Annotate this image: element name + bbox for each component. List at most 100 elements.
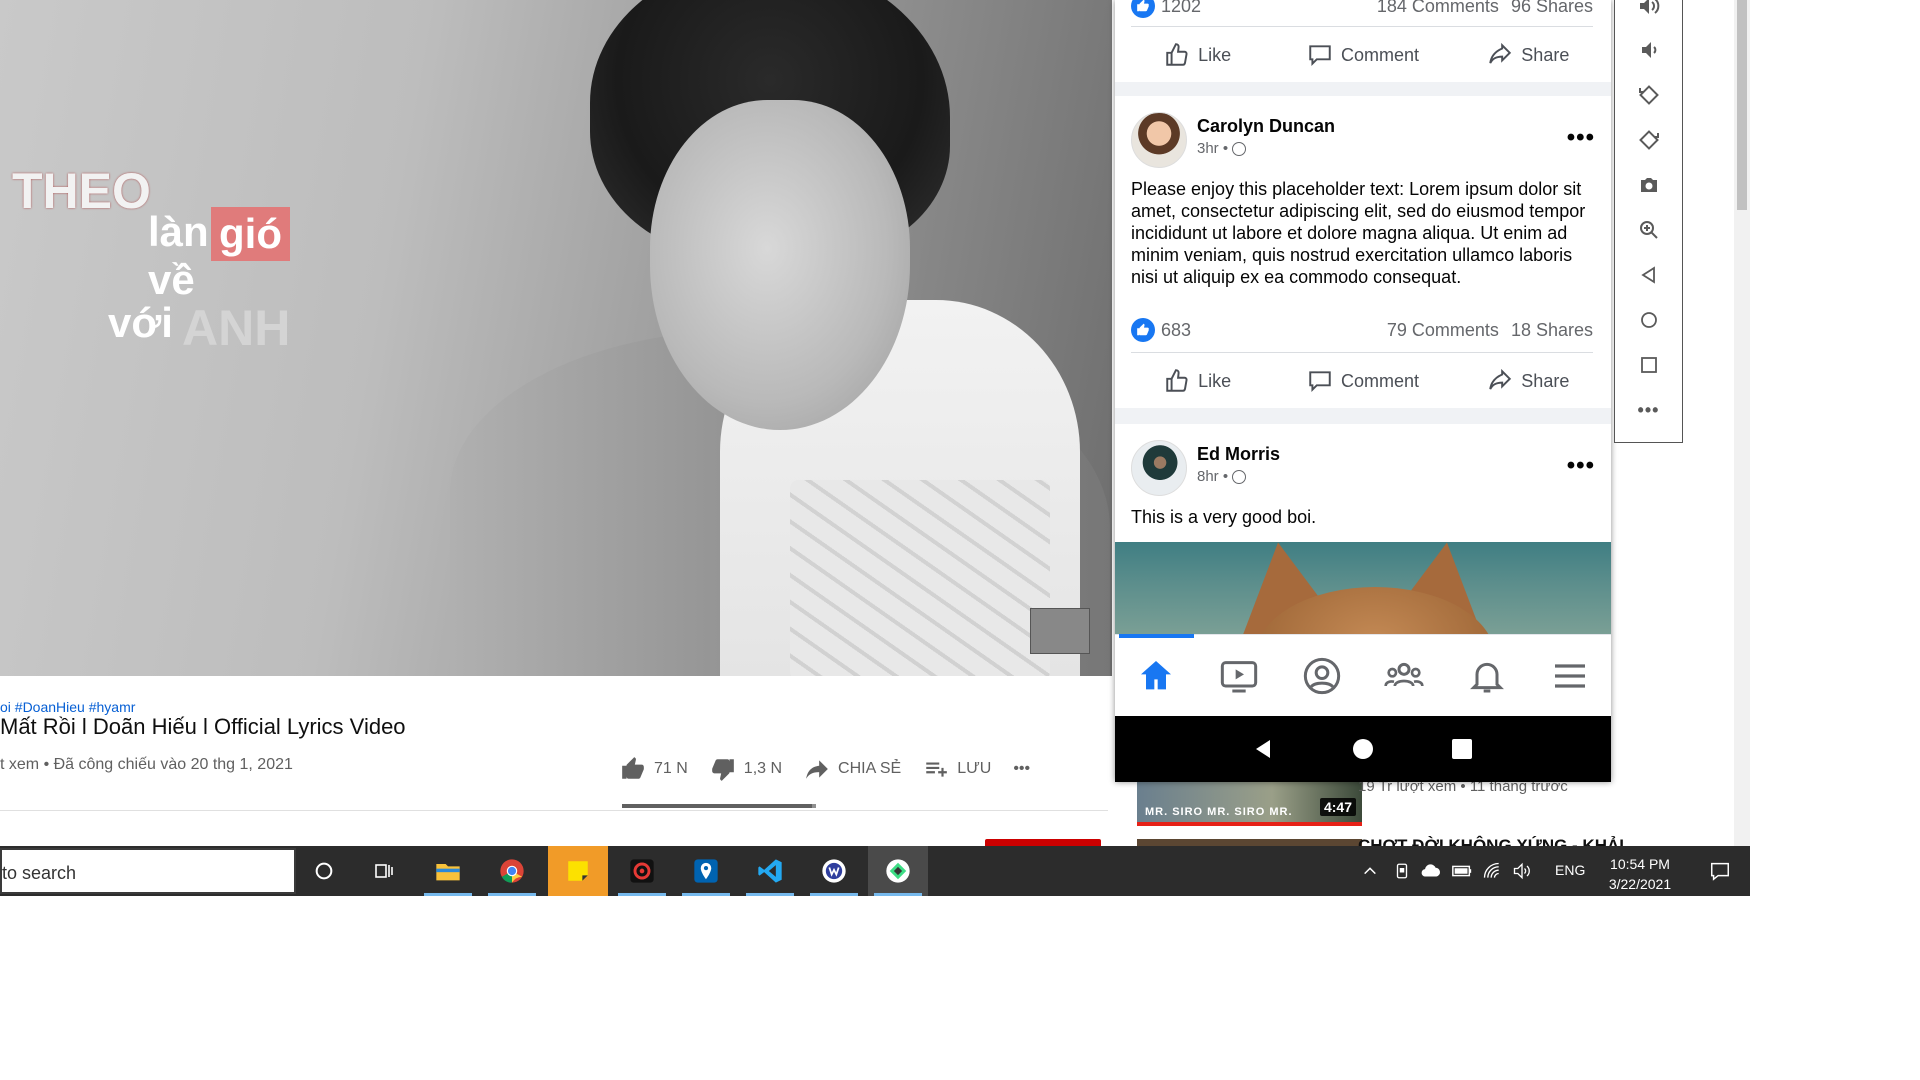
share-count[interactable]: 18 Shares xyxy=(1511,320,1593,341)
more-options-button[interactable]: ••• xyxy=(1615,390,1682,430)
action-center-button[interactable] xyxy=(1700,846,1740,896)
share-label: Share xyxy=(1521,44,1570,65)
facebook-feed[interactable]: 1202 184 Comments 96 Shares Like Comment xyxy=(1115,0,1611,634)
video-player[interactable]: THEO làn gió về với ANH xyxy=(0,0,1112,676)
post-author[interactable]: Carolyn Duncan xyxy=(1197,116,1335,137)
volume-up-button[interactable] xyxy=(1615,0,1682,26)
volume-down-icon xyxy=(1641,42,1656,58)
like-label: Like xyxy=(1198,370,1232,391)
share-count[interactable]: 96 Shares xyxy=(1511,0,1593,17)
battery-button[interactable] xyxy=(1448,846,1476,896)
more-options-icon[interactable]: ••• xyxy=(1567,452,1595,480)
back-button[interactable] xyxy=(1615,255,1682,295)
thumbs-up-icon xyxy=(622,757,644,779)
rotate-right-button[interactable] xyxy=(1615,120,1682,160)
lyric-word: làn xyxy=(148,208,209,255)
rotate-left-button[interactable] xyxy=(1615,75,1682,115)
post-timestamp: 3hr • xyxy=(1197,140,1229,157)
comment-button[interactable]: Comment xyxy=(1280,30,1445,80)
save-button[interactable]: LƯU xyxy=(923,756,991,782)
facebook-bottom-nav xyxy=(1115,634,1611,716)
app-button[interactable] xyxy=(804,846,864,896)
show-hidden-icons-button[interactable] xyxy=(1356,846,1384,896)
onedrive-button[interactable] xyxy=(1416,846,1446,896)
dislike-button[interactable]: 1,3 N xyxy=(710,756,782,782)
wifi-icon xyxy=(1483,862,1499,878)
globe-icon xyxy=(1232,141,1247,156)
vscode-button[interactable] xyxy=(740,846,800,896)
video-view-info: t xem • Đã công chiếu vào 20 thg 1, 2021 xyxy=(0,756,293,773)
share-arrow-icon xyxy=(806,760,828,779)
wifi-button[interactable] xyxy=(1478,846,1506,896)
sticky-notes-button[interactable] xyxy=(548,846,608,896)
more-dots-icon: ••• xyxy=(1637,399,1660,420)
tab-notifications[interactable] xyxy=(1446,635,1529,716)
reaction-count[interactable]: 683 xyxy=(1161,320,1191,341)
post-header: Ed Morris 8hr • ••• xyxy=(1131,440,1595,496)
tab-groups[interactable] xyxy=(1363,635,1446,716)
tab-watch[interactable] xyxy=(1198,635,1281,716)
screenshot-button[interactable] xyxy=(1615,165,1682,205)
share-button[interactable]: Share xyxy=(1446,356,1611,406)
comment-button[interactable]: Comment xyxy=(1280,356,1445,406)
back-icon[interactable] xyxy=(1252,737,1276,761)
share-button[interactable]: Share xyxy=(1446,30,1611,80)
vscode-icon xyxy=(758,859,782,883)
tab-menu[interactable] xyxy=(1528,635,1611,716)
share-button[interactable]: CHIA SẺ xyxy=(804,756,901,782)
comment-count[interactable]: 79 Comments xyxy=(1387,320,1499,341)
video-hashtags[interactable]: oi #DoanHieu #hyamr xyxy=(0,699,135,715)
avatar[interactable] xyxy=(1131,440,1187,496)
post-author[interactable]: Ed Morris xyxy=(1197,444,1280,465)
cloud-icon xyxy=(1421,864,1441,877)
device-tray-button[interactable] xyxy=(1388,846,1416,896)
more-options-icon[interactable]: ••• xyxy=(1567,124,1595,152)
like-button[interactable]: 71 N xyxy=(620,756,688,782)
post-time: 8hr • xyxy=(1197,468,1247,485)
taskbar-search-box[interactable]: to search xyxy=(0,848,296,894)
square-outline-icon xyxy=(1640,357,1657,373)
home-circle-icon[interactable] xyxy=(1351,737,1375,761)
garena-button[interactable] xyxy=(612,846,672,896)
chrome-button[interactable] xyxy=(482,846,542,896)
like-count: 71 N xyxy=(654,760,688,777)
tab-profile[interactable] xyxy=(1280,635,1363,716)
volume-button[interactable] xyxy=(1508,846,1536,896)
task-view-icon xyxy=(375,864,393,878)
home-icon xyxy=(1141,660,1172,689)
home-button[interactable] xyxy=(1615,300,1682,340)
post-image[interactable] xyxy=(1115,542,1611,634)
post-stats: 683 79 Comments 18 Shares xyxy=(1131,318,1593,342)
video-actions: 71 N 1,3 N CHIA SẺ LƯU ••• xyxy=(620,756,1030,782)
groups-icon xyxy=(1384,662,1425,686)
maps-button[interactable] xyxy=(676,846,736,896)
folder-icon xyxy=(436,864,460,881)
cortana-button[interactable] xyxy=(294,846,354,896)
task-view-button[interactable] xyxy=(354,846,414,896)
windows-taskbar: to search ENG 10:54 PM 3/22/2021 xyxy=(0,846,1750,896)
share-arrow-icon xyxy=(1489,42,1512,64)
video-duration: 4:47 xyxy=(1319,798,1356,816)
comment-count[interactable]: 184 Comments xyxy=(1377,0,1499,17)
volume-down-button[interactable] xyxy=(1615,30,1682,70)
zoom-button[interactable] xyxy=(1615,210,1682,250)
like-button[interactable]: Like xyxy=(1115,356,1280,406)
page-scrollbar[interactable] xyxy=(1734,0,1750,848)
post-time: 3hr • xyxy=(1197,140,1247,157)
emulator-button[interactable] xyxy=(868,846,928,896)
recents-square-icon[interactable] xyxy=(1450,737,1474,761)
tab-home[interactable] xyxy=(1115,634,1198,716)
avatar[interactable] xyxy=(1131,112,1187,168)
more-actions-button[interactable]: ••• xyxy=(1013,760,1030,778)
map-pin-icon xyxy=(694,859,718,883)
file-explorer-button[interactable] xyxy=(418,846,478,896)
share-label: CHIA SẺ xyxy=(838,760,902,777)
input-language[interactable]: ENG xyxy=(1555,862,1585,878)
video-play-icon xyxy=(1220,660,1258,692)
like-button[interactable]: Like xyxy=(1115,30,1280,80)
emulator-toolbar: ••• xyxy=(1614,0,1683,443)
reaction-count[interactable]: 1202 xyxy=(1161,0,1201,17)
system-clock[interactable]: 10:54 PM 3/22/2021 xyxy=(1585,854,1695,894)
scrollbar-thumb[interactable] xyxy=(1737,0,1747,210)
overview-button[interactable] xyxy=(1615,345,1682,385)
